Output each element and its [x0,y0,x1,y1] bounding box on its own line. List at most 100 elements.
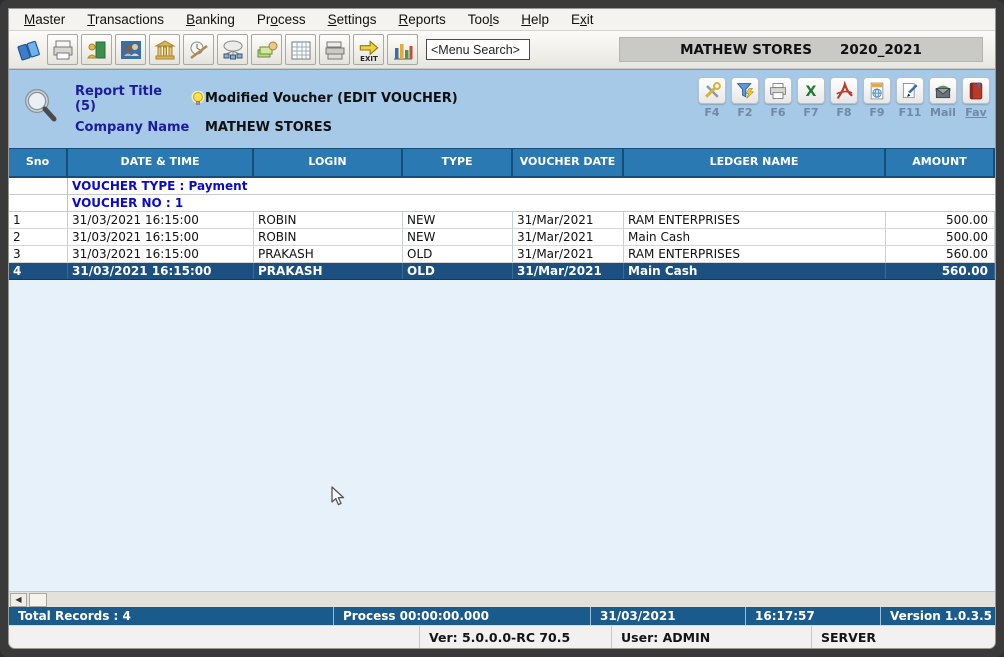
search-magnifier[interactable] [21,86,61,133]
menu-reports[interactable]: Reports [387,10,456,29]
ledger-books-icon [16,37,42,63]
action-html-f9: F9 [863,77,891,119]
print-button[interactable] [47,34,78,65]
status-total-records: Total Records : 4 [9,607,334,625]
edit-button[interactable] [896,77,924,104]
bar-chart-icon [391,38,415,62]
status-bar-gray: Ver: 5.0.0.0-RC 70.5 User: ADMIN SERVER [9,625,995,648]
group-row-voucher-type: VOUCHER TYPE : Payment [9,178,995,195]
status-app-version: Ver: 5.0.0.0-RC 70.5 [419,626,611,648]
printer-icon [51,38,75,62]
banner-company: MATHEW STORES [680,42,812,58]
status-server: SERVER [811,626,995,648]
exit-button[interactable]: EXIT [353,34,384,65]
menu-tools[interactable]: Tools [457,10,511,29]
pdf-icon [834,81,854,101]
cash-entry-button[interactable] [251,34,282,65]
action-edit-f11: F11 [896,77,924,119]
company-name-value: MATHEW STORES [205,120,332,135]
menu-master[interactable]: Master [13,10,76,29]
report-titles: Report Title (5) Modified Voucher (EDIT … [75,84,458,135]
grid-header-row: Sno DATE & TIME LOGIN TYPE VOUCHER DATE … [9,148,995,178]
col-header-type[interactable]: TYPE [403,149,513,176]
scrollbar-thumb[interactable] [29,593,47,607]
favorite-book-icon [966,81,986,101]
col-header-amount[interactable]: AMOUNT [886,149,995,176]
network-button[interactable] [217,34,248,65]
drafting-icon [187,38,211,62]
scroll-left-button[interactable]: ◀ [10,593,27,607]
excel-icon: X [801,81,821,101]
banner-year: 2020_2021 [840,42,922,58]
html-export-button[interactable] [863,77,891,104]
menu-transactions[interactable]: Transactions [76,10,175,29]
excel-export-button[interactable]: X [797,77,825,104]
company-name-line: Company Name MATHEW STORES [75,120,458,135]
status-bar-blue: Total Records : 4 Process 00:00:00.000 3… [9,607,995,625]
calendar-icon [289,38,313,62]
users-button[interactable] [115,34,146,65]
calendar-button[interactable] [285,34,316,65]
favorite-button[interactable] [962,77,990,104]
action-favorite: Fav [962,77,990,119]
menu-banking[interactable]: Banking [175,10,246,29]
filter-icon [735,81,755,101]
mail-button[interactable] [929,77,957,104]
action-pdf-f8: F8 [830,77,858,119]
report-title-value: Modified Voucher (EDIT VOUCHER) [205,91,458,106]
network-icon [221,38,245,62]
report-header: Report Title (5) Modified Voucher (EDIT … [9,69,995,148]
table-row[interactable]: 1 31/03/2021 16:15:00 ROBIN NEW 31/Mar/2… [9,212,995,229]
menu-help[interactable]: Help [510,10,560,29]
pdf-export-button[interactable] [830,77,858,104]
col-header-datetime[interactable]: DATE & TIME [68,149,254,176]
menu-exit[interactable]: Exit [560,10,605,29]
tools-icon [702,81,722,101]
menu-search-input[interactable] [426,39,530,60]
report-printer-icon [768,81,788,101]
group-voucher-no-text: VOUCHER NO : 1 [68,195,995,211]
company-button[interactable] [149,34,180,65]
users-icon [119,38,143,62]
accounts-button[interactable] [13,34,44,65]
action-tools-f4: F4 [698,77,726,119]
filter-button[interactable] [731,77,759,104]
company-year-banner: MATHEW STORES 2020_2021 [619,37,983,62]
icon-toolbar: EXIT MATHEW STORES 2020_2021 [9,31,995,69]
col-header-login[interactable]: LOGIN [254,149,403,176]
action-excel-f7: X F7 [797,77,825,119]
report-actions: F4 F2 F6 X F7 F8 [698,77,990,119]
cash-icon [255,38,279,62]
menu-settings[interactable]: Settings [317,10,388,29]
status-date: 31/03/2021 [591,607,746,625]
table-row-selected[interactable]: 4 31/03/2021 16:15:00 PRAKASH OLD 31/Mar… [9,263,995,280]
svg-text:X: X [806,84,817,100]
status-user: User: ADMIN [611,626,811,648]
app-window: Master Transactions Banking Process Sett… [8,8,996,649]
action-print-f6: F6 [764,77,792,119]
col-header-ledger-name[interactable]: LEDGER NAME [624,149,886,176]
voucher-grid: Sno DATE & TIME LOGIN TYPE VOUCHER DATE … [9,148,995,591]
company-name-label: Company Name [75,120,205,135]
mail-icon [933,81,953,101]
exit-icon: EXIT [356,37,382,63]
html-icon [867,81,887,101]
report-title-label: Report Title (5) [75,84,187,114]
report-print-button[interactable] [764,77,792,104]
register-button[interactable] [319,34,350,65]
table-row[interactable]: 2 31/03/2021 16:15:00 ROBIN NEW 31/Mar/2… [9,229,995,246]
chart-button[interactable] [387,34,418,65]
group-row-voucher-no: VOUCHER NO : 1 [9,195,995,212]
cash-register-icon [323,38,347,62]
report-title-label-wrap: Report Title (5) [75,84,205,114]
settings-tools-button[interactable] [183,34,214,65]
bank-building-icon [153,38,177,62]
table-row[interactable]: 3 31/03/2021 16:15:00 PRAKASH OLD 31/Mar… [9,246,995,263]
horizontal-scrollbar[interactable]: ◀ [9,591,995,607]
col-header-sno[interactable]: Sno [9,149,68,176]
masters-button[interactable] [81,34,112,65]
menu-process[interactable]: Process [246,10,317,29]
col-header-voucher-date[interactable]: VOUCHER DATE [513,149,624,176]
edit-pen-icon [900,81,920,101]
tools-button[interactable] [698,77,726,104]
